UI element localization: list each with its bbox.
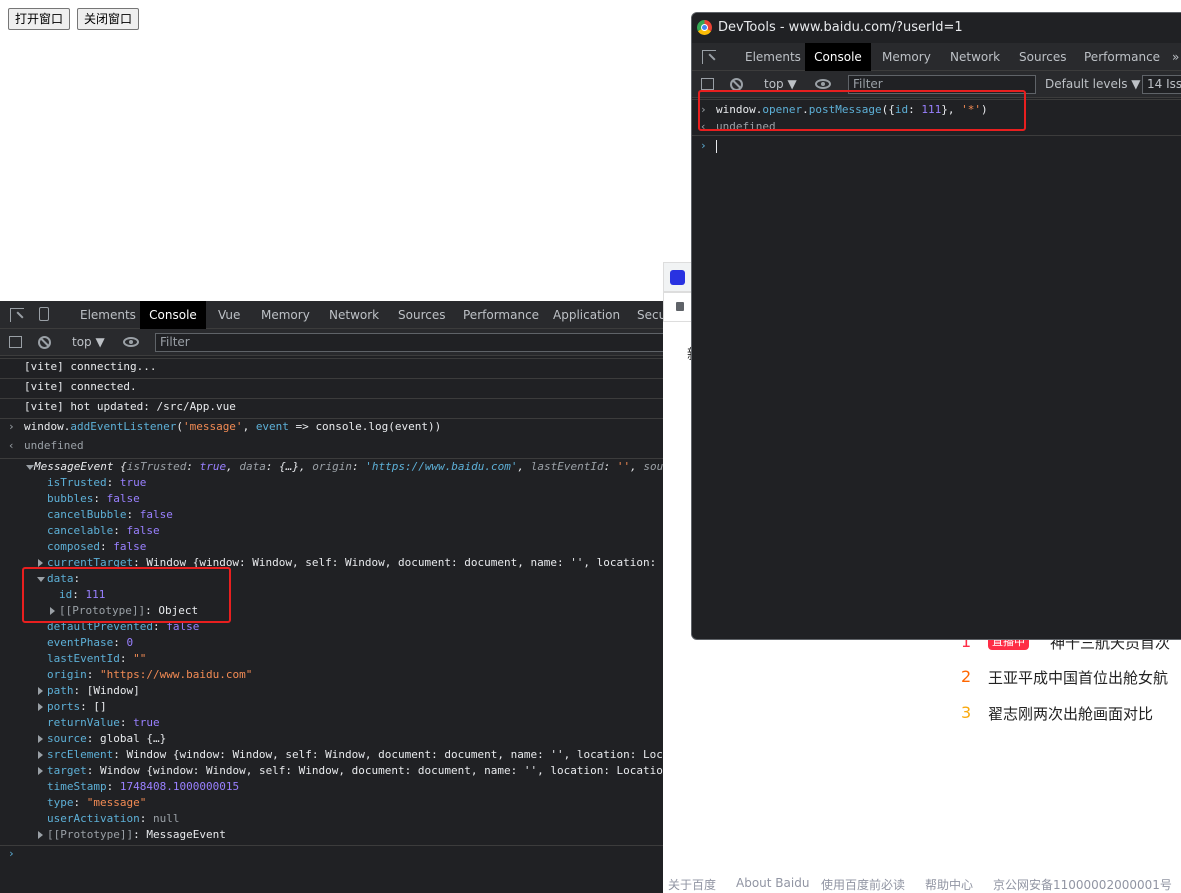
expand-down-icon (26, 465, 34, 470)
footer-about-baidu[interactable]: About Baidu (736, 876, 809, 890)
prop-line-src-element[interactable]: srcElement: Window {window: Window, self… (0, 747, 663, 763)
prop-line-source[interactable]: source: global {…} (0, 731, 663, 747)
clear-console-icon[interactable] (38, 336, 51, 349)
result-arrow-icon: ‹ (8, 439, 15, 452)
tab-network[interactable]: Network (321, 301, 387, 329)
sidebar-toggle-icon[interactable] (9, 336, 22, 348)
browser-tab-strip (663, 262, 693, 292)
devtools-window-popup: DevTools - www.baidu.com/?userId=1 Eleme… (691, 12, 1181, 640)
tab-sources[interactable]: Sources (1011, 43, 1074, 71)
prop-line: returnValue: true (47, 716, 160, 729)
prop-line: composed: false (47, 540, 147, 553)
tab-elements[interactable]: Elements (72, 301, 144, 329)
tab-memory[interactable]: Memory (874, 43, 939, 71)
footer-terms[interactable]: 使用百度前必读 (821, 876, 905, 893)
tab-application[interactable]: Application (545, 301, 628, 329)
tab-console[interactable]: Console (140, 301, 206, 329)
inspect-element-icon[interactable] (10, 308, 24, 322)
window-title: DevTools - www.baidu.com/?userId=1 (718, 20, 963, 35)
tab-memory[interactable]: Memory (253, 301, 318, 329)
prop-line: timeStamp: 1748408.1000000015 (47, 780, 240, 793)
address-bar (663, 292, 693, 322)
prompt-chevron-icon: › (8, 420, 15, 433)
tab-elements[interactable]: Elements (737, 43, 809, 71)
prop-line: bubbles: false (47, 492, 140, 505)
prop-line-ports[interactable]: ports: [] (0, 699, 663, 715)
prop-line: userActivation: null (47, 812, 180, 825)
log-line: [vite] connected. (0, 378, 663, 394)
log-levels-dropdown[interactable]: Default levels ▼ (1045, 71, 1141, 97)
highlight-box (698, 90, 1026, 131)
log-line: [vite] hot updated: /src/App.vue (0, 398, 663, 414)
context-selector[interactable]: top ▼ (72, 329, 105, 355)
result-line: ‹ undefined (8, 439, 84, 452)
tab-network[interactable]: Network (942, 43, 1008, 71)
hot-item-2[interactable]: 王亚平成中国首位出舱女航 (988, 667, 1168, 688)
footer-about-baidu-cn[interactable]: 关于百度 (668, 876, 716, 893)
prop-line: type: "message" (47, 796, 147, 809)
lock-icon (676, 302, 684, 311)
hot-rank-3: 3 (961, 703, 972, 722)
window-titlebar[interactable]: DevTools - www.baidu.com/?userId=1 (692, 13, 1181, 43)
prop-line-target[interactable]: target: Window {window: Window, self: Wi… (0, 763, 663, 779)
hot-rank-2: 2 (961, 667, 972, 686)
more-tabs-icon[interactable]: » (1164, 43, 1181, 71)
prop-line: cancelBubble: false (47, 508, 173, 521)
expand-right-icon (38, 687, 43, 695)
footer-help[interactable]: 帮助中心 (925, 876, 973, 893)
devtools-tabbar: Elements Console Memory Network Sources … (692, 43, 1181, 71)
expand-right-icon (38, 831, 43, 839)
highlight-box (22, 567, 231, 623)
tab-performance[interactable]: Performance (1076, 43, 1168, 71)
event-summary-line[interactable]: MessageEvent {isTrusted: true, data: {…}… (0, 458, 663, 474)
chrome-logo-icon (697, 20, 712, 35)
sidebar-toggle-icon[interactable] (701, 78, 714, 90)
devtools-panel-main: Elements Console Vue Memory Network Sour… (0, 301, 663, 893)
live-expression-eye-icon[interactable] (123, 337, 139, 347)
console-prompt[interactable]: › (692, 135, 1181, 155)
console-filter-input[interactable]: Filter (155, 333, 663, 352)
prop-line: origin: "https://www.baidu.com" (47, 668, 253, 681)
tab-performance[interactable]: Performance (455, 301, 547, 329)
expand-right-icon (38, 767, 43, 775)
prop-line: isTrusted: true (47, 476, 147, 489)
baidu-favicon-icon (670, 270, 685, 285)
prompt-chevron-icon: › (8, 847, 15, 860)
prop-line: lastEventId: "" (47, 652, 147, 665)
tab-vue[interactable]: Vue (210, 301, 248, 329)
log-line: [vite] connecting... (0, 358, 663, 374)
footer-icp[interactable]: 京公网安备11000002000001号 (993, 876, 1172, 893)
hot-item-3[interactable]: 翟志刚两次出舱画面对比 (988, 703, 1153, 724)
console-toolbar: top ▼ Filter (0, 329, 663, 356)
tab-sources[interactable]: Sources (390, 301, 453, 329)
device-toolbar-icon[interactable] (39, 307, 49, 321)
text-caret (716, 140, 717, 153)
devtools-tabbar: Elements Console Vue Memory Network Sour… (0, 301, 663, 329)
prop-line-prototype[interactable]: [[Prototype]]: MessageEvent (0, 827, 663, 843)
console-prompt[interactable]: › (0, 845, 663, 861)
issues-counter[interactable]: 14 Iss (1142, 75, 1181, 94)
prop-line: eventPhase: 0 (47, 636, 134, 649)
prop-line: cancelable: false (47, 524, 160, 537)
live-expression-eye-icon[interactable] (815, 79, 831, 89)
prop-line-path[interactable]: path: [Window] (0, 683, 663, 699)
expand-right-icon (38, 751, 43, 759)
expand-right-icon (38, 703, 43, 711)
expand-right-icon (38, 735, 43, 743)
expand-right-icon (38, 559, 43, 567)
tab-console[interactable]: Console (805, 43, 871, 71)
inspect-element-icon[interactable] (702, 50, 716, 64)
prompt-chevron-icon: › (700, 139, 707, 152)
tab-security[interactable]: Secu (629, 301, 663, 329)
open-window-button[interactable]: 打开窗口 (8, 8, 71, 30)
close-window-button[interactable]: 关闭窗口 (77, 8, 140, 30)
command-line: › window.addEventListener('message', eve… (0, 418, 663, 434)
